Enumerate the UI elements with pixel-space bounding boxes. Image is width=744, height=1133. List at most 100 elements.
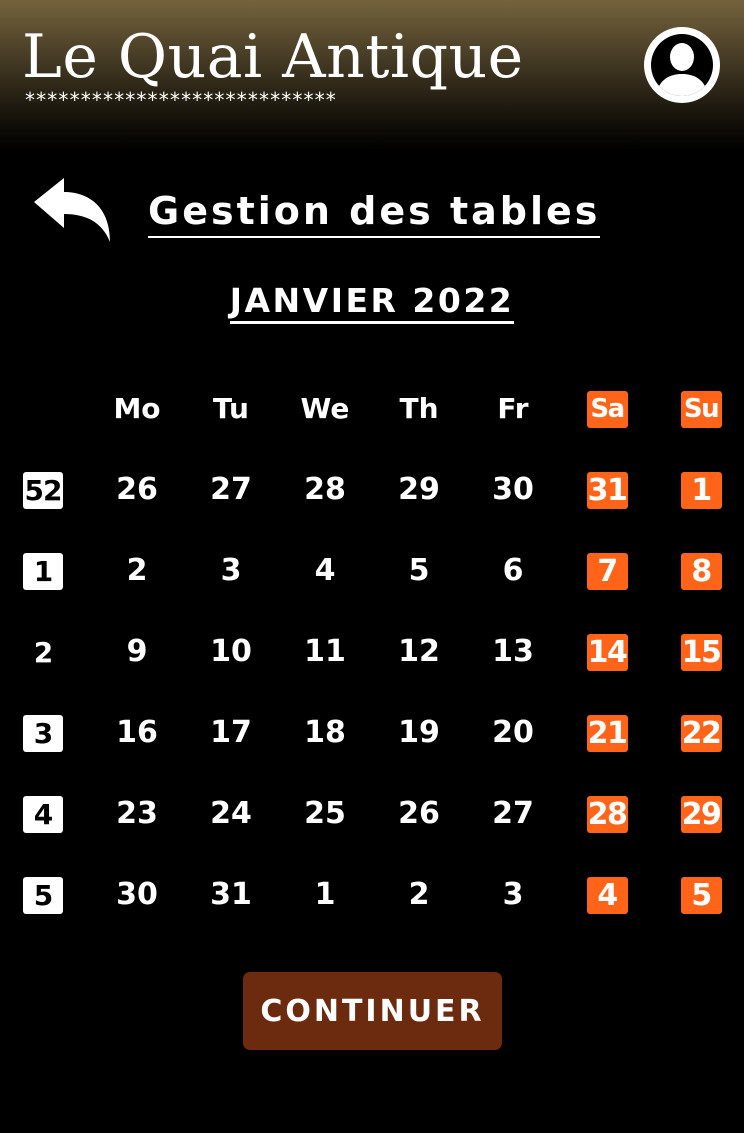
calendar-day-text: 26 — [398, 796, 440, 831]
calendar-day-text: 5 — [408, 553, 430, 588]
day-header-we: We — [285, 389, 365, 429]
week-number-text: 5 — [23, 876, 63, 914]
calendar-day-text: 17 — [210, 715, 252, 750]
calendar-day-text: 4 — [586, 876, 628, 914]
continue-button[interactable]: CONTINUER — [243, 972, 502, 1050]
calendar-day[interactable]: 10 — [191, 632, 271, 672]
calendar-day-text: 27 — [492, 796, 534, 831]
calendar-day[interactable]: 22 — [661, 713, 741, 753]
calendar-day[interactable]: 5 — [379, 551, 459, 591]
calendar-day[interactable]: 1 — [285, 875, 365, 915]
calendar-day[interactable]: 31 — [567, 470, 647, 510]
calendar-day[interactable]: 11 — [285, 632, 365, 672]
calendar-day-text: 28 — [304, 472, 346, 507]
week-number-text: 52 — [23, 471, 63, 509]
calendar-day-text: 3 — [502, 877, 524, 912]
calendar-day[interactable]: 27 — [191, 470, 271, 510]
calendar-day[interactable]: 29 — [661, 794, 741, 834]
calendar-day-text: 26 — [116, 472, 158, 507]
calendar-day[interactable]: 8 — [661, 551, 741, 591]
brand-stars: **************************** — [24, 88, 337, 112]
calendar-day[interactable]: 14 — [567, 632, 647, 672]
day-header-th: Th — [379, 389, 459, 429]
calendar-day[interactable]: 23 — [97, 794, 177, 834]
week-number: 4 — [3, 794, 83, 834]
calendar-day[interactable]: 28 — [285, 470, 365, 510]
day-header-fr-text: Fr — [497, 392, 529, 425]
week-number: 1 — [3, 551, 83, 591]
calendar-day[interactable]: 20 — [473, 713, 553, 753]
calendar-day[interactable]: 26 — [97, 470, 177, 510]
calendar-day-text: 21 — [586, 714, 628, 752]
calendar-day[interactable]: 3 — [191, 551, 271, 591]
calendar-day[interactable]: 4 — [285, 551, 365, 591]
calendar-day-text: 4 — [314, 553, 336, 588]
calendar-day[interactable]: 3 — [473, 875, 553, 915]
calendar-day-text: 31 — [210, 877, 252, 912]
week-number: 52 — [3, 470, 83, 510]
calendar-day-text: 6 — [502, 553, 524, 588]
calendar-day[interactable]: 29 — [379, 470, 459, 510]
calendar-day[interactable]: 15 — [661, 632, 741, 672]
calendar-day[interactable]: 26 — [379, 794, 459, 834]
calendar-day[interactable]: 24 — [191, 794, 271, 834]
day-header-tu: Tu — [191, 389, 271, 429]
calendar-day[interactable]: 17 — [191, 713, 271, 753]
calendar-day[interactable]: 1 — [661, 470, 741, 510]
calendar-day-text: 5 — [680, 876, 722, 914]
calendar-day[interactable]: 25 — [285, 794, 365, 834]
calendar-day[interactable]: 7 — [567, 551, 647, 591]
week-number: 5 — [3, 875, 83, 915]
calendar-day-text: 30 — [492, 472, 534, 507]
calendar-day-text: 1 — [680, 471, 722, 509]
calendar-day-text: 28 — [586, 795, 628, 833]
calendar-day-text: 2 — [126, 553, 148, 588]
calendar-day[interactable]: 28 — [567, 794, 647, 834]
calendar-day[interactable]: 9 — [97, 632, 177, 672]
back-arrow-icon[interactable] — [30, 172, 114, 250]
calendar-day-text: 11 — [304, 634, 346, 669]
calendar-day[interactable]: 2 — [97, 551, 177, 591]
calendar-day-text: 25 — [304, 796, 346, 831]
day-header-su-text: Su — [680, 390, 722, 428]
calendar-day-text: 12 — [398, 634, 440, 669]
month-label-text: JANVIER 2022 — [229, 281, 515, 324]
calendar-day[interactable]: 4 — [567, 875, 647, 915]
calendar-day[interactable]: 2 — [379, 875, 459, 915]
calendar-day-text: 7 — [586, 552, 628, 590]
calendar-day[interactable]: 21 — [567, 713, 647, 753]
calendar-day[interactable]: 5 — [661, 875, 741, 915]
calendar-day-text: 3 — [220, 553, 242, 588]
calendar-day-text: 1 — [314, 877, 336, 912]
calendar-day[interactable]: 31 — [191, 875, 271, 915]
calendar-day[interactable]: 27 — [473, 794, 553, 834]
calendar-day-text: 19 — [398, 715, 440, 750]
calendar-day-text: 13 — [492, 634, 534, 669]
calendar-day[interactable]: 12 — [379, 632, 459, 672]
week-number-text: 1 — [23, 552, 63, 590]
calendar-day[interactable]: 30 — [473, 470, 553, 510]
calendar-day[interactable]: 30 — [97, 875, 177, 915]
calendar-day-text: 9 — [126, 634, 148, 669]
day-header-sa-text: Sa — [586, 390, 628, 428]
user-avatar-icon[interactable] — [643, 26, 721, 104]
calendar-day-text: 8 — [680, 552, 722, 590]
day-header-mo-text: Mo — [113, 392, 161, 425]
week-number: 3 — [3, 713, 83, 753]
calendar-day[interactable]: 19 — [379, 713, 459, 753]
calendar-day[interactable]: 13 — [473, 632, 553, 672]
brand-title: Le Quai Antique — [22, 22, 524, 92]
week-number-text: 4 — [23, 795, 63, 833]
page-title: Gestion des tables — [148, 186, 601, 238]
calendar-day-text: 20 — [492, 715, 534, 750]
calendar-day-text: 27 — [210, 472, 252, 507]
calendar-grid: Mo Tu We Th Fr Sa Su 52 26 27 28 29 30 31 1 1 2 3 4 5 6 7 8 2 9 1… — [0, 0, 744, 1133]
calendar-day[interactable]: 16 — [97, 713, 177, 753]
day-header-tu-text: Tu — [213, 392, 249, 425]
calendar-day-text: 29 — [680, 795, 722, 833]
calendar-day[interactable]: 18 — [285, 713, 365, 753]
calendar-day[interactable]: 6 — [473, 551, 553, 591]
calendar-day-text: 22 — [680, 714, 722, 752]
week-number-text: 2 — [33, 635, 53, 669]
calendar-day-text: 31 — [586, 471, 628, 509]
